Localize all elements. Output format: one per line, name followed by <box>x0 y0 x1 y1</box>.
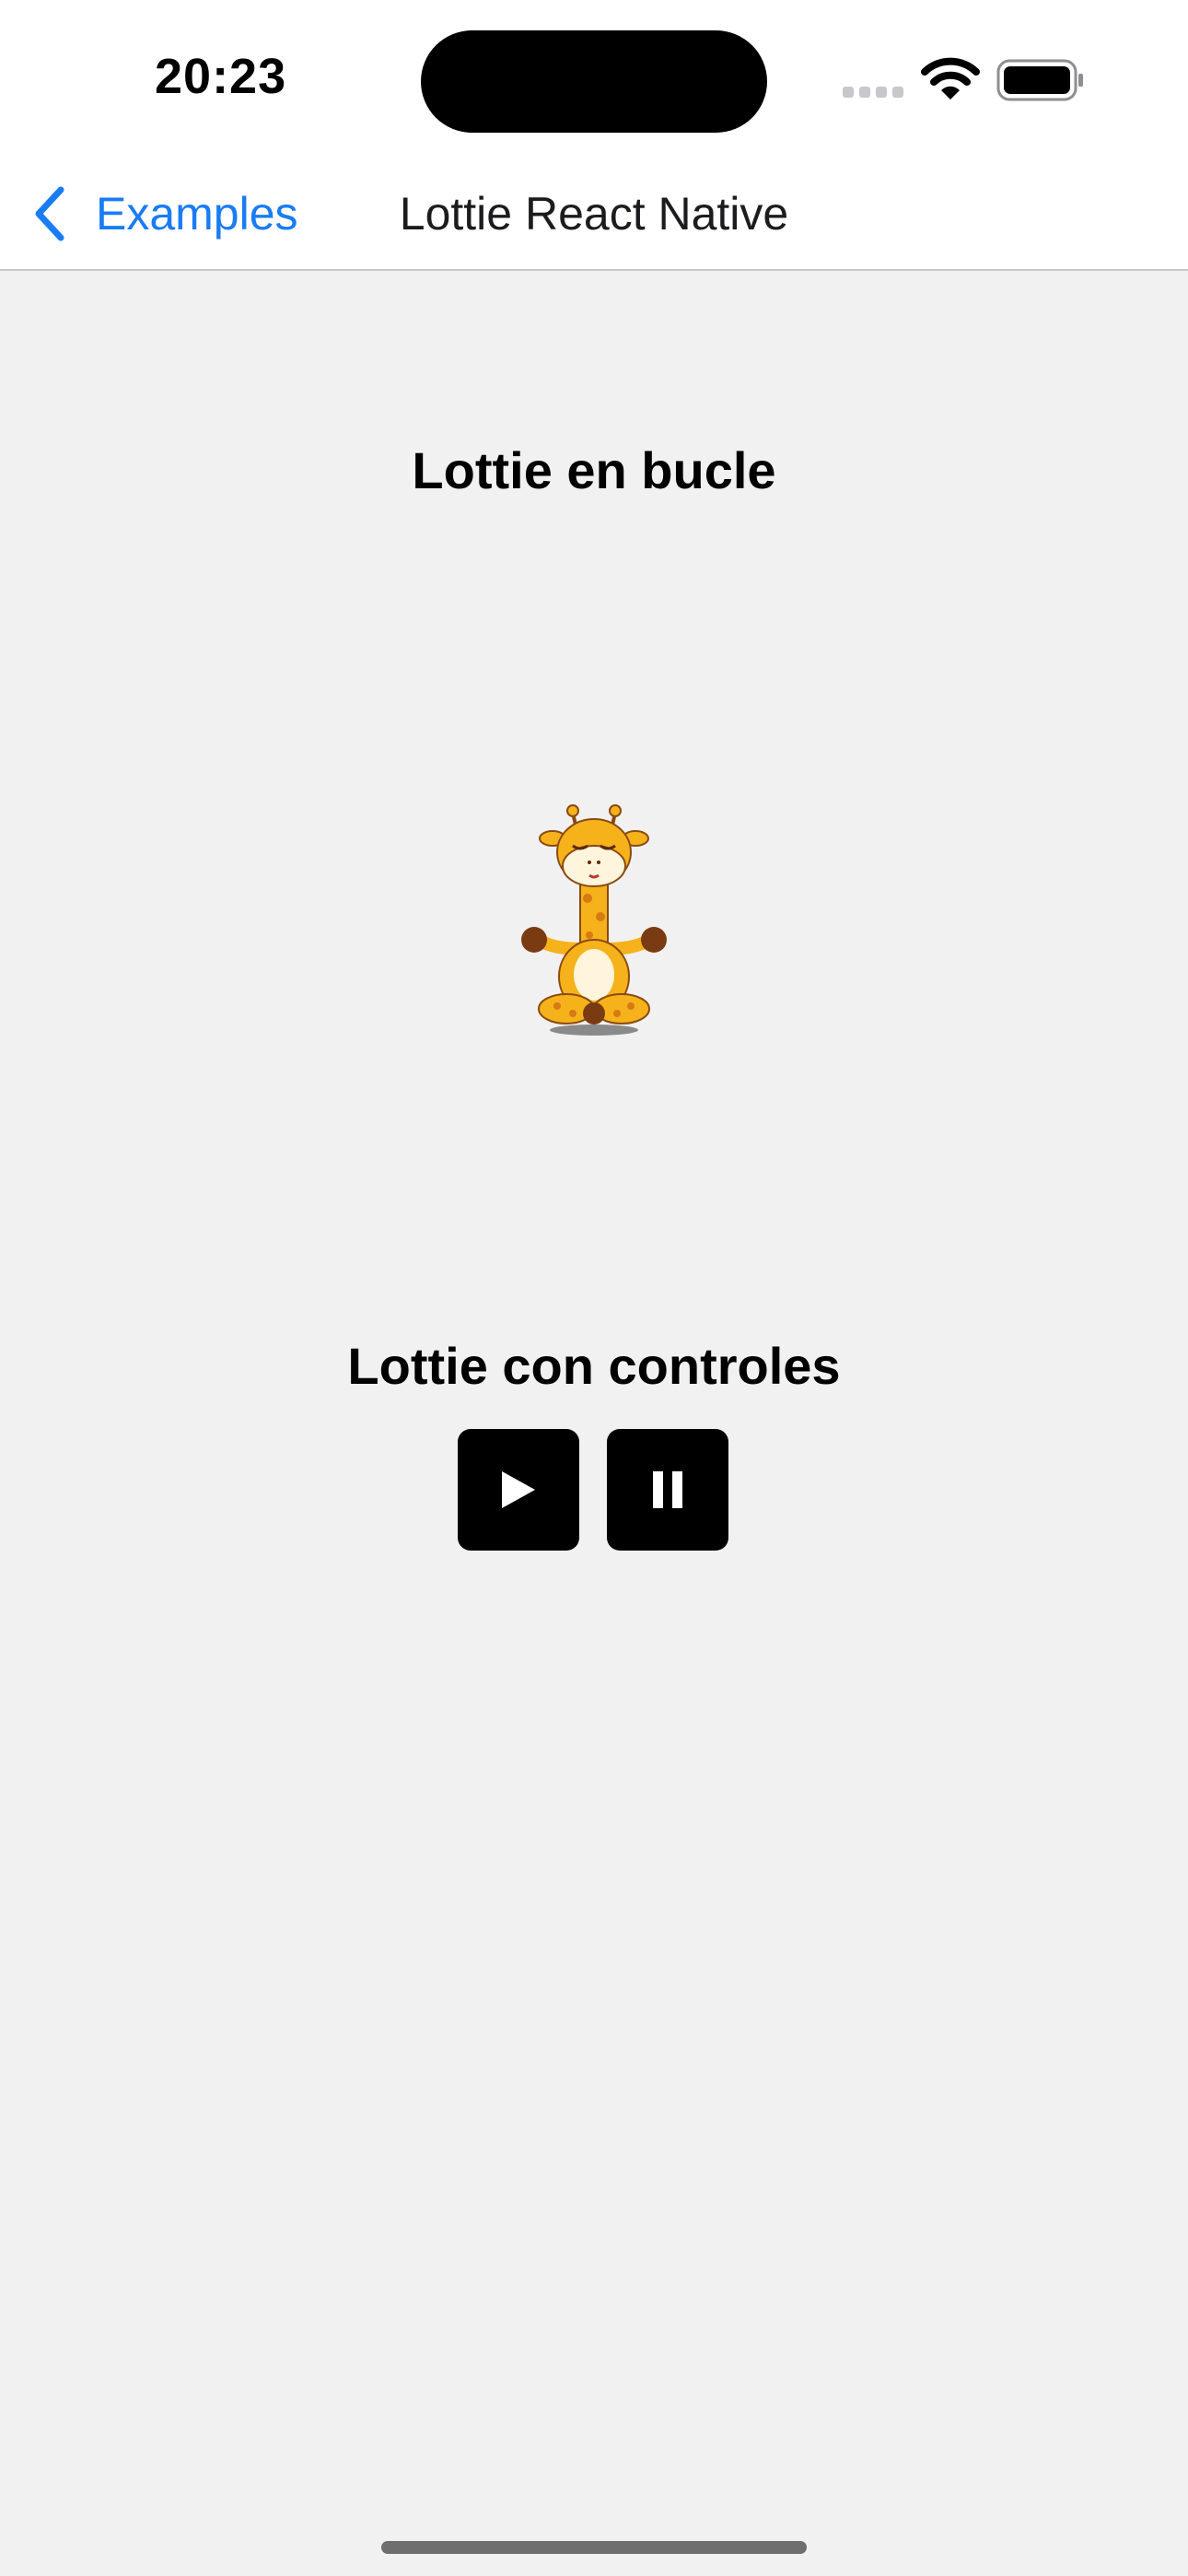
status-bar: 20:23 <box>0 0 1188 157</box>
dynamic-island <box>421 30 767 133</box>
controls-section-title: Lottie con controles <box>347 1337 841 1395</box>
signal-icon <box>843 87 903 98</box>
pause-icon <box>653 1471 682 1508</box>
animation-controls <box>458 1429 728 1551</box>
battery-icon <box>996 59 1083 101</box>
status-time: 20:23 <box>155 49 287 104</box>
loop-section-title: Lottie en bucle <box>412 441 776 499</box>
home-indicator[interactable] <box>381 2541 807 2554</box>
play-button[interactable] <box>458 1429 579 1551</box>
play-icon <box>502 1471 535 1508</box>
nav-title: Lottie React Native <box>399 188 789 240</box>
pause-button[interactable] <box>607 1429 728 1551</box>
navigation-bar: Examples Lottie React Native <box>0 157 1188 271</box>
wifi-icon <box>921 57 980 100</box>
giraffe-meditating-icon <box>521 804 667 1036</box>
